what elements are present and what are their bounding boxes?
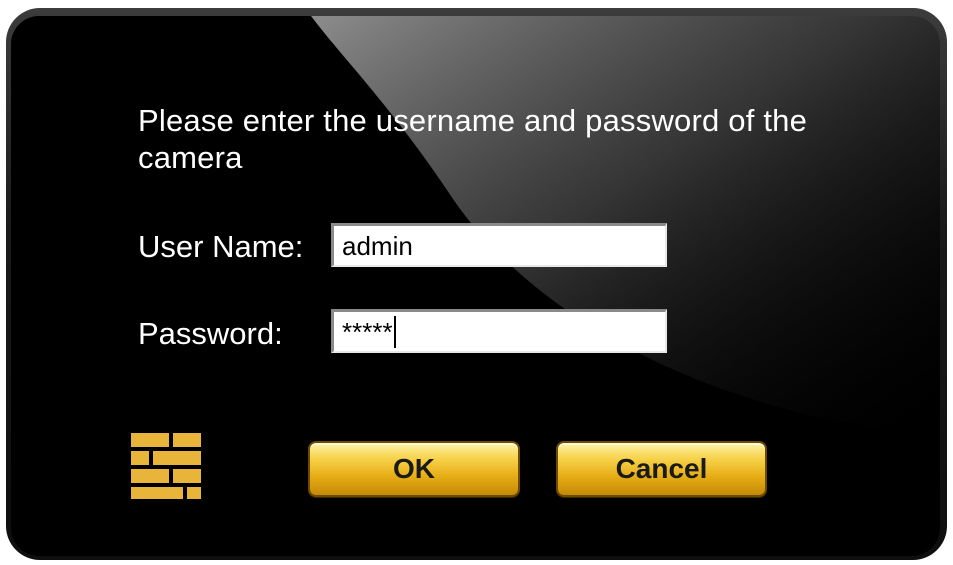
- username-value: admin: [342, 231, 413, 261]
- login-prompt: Please enter the username and password o…: [138, 103, 808, 175]
- login-dialog: Please enter the username and password o…: [11, 16, 940, 556]
- password-input[interactable]: *****: [331, 309, 667, 353]
- text-caret: [393, 316, 396, 348]
- ok-button[interactable]: OK: [308, 441, 520, 497]
- username-input[interactable]: admin: [331, 223, 667, 267]
- password-value: *****: [342, 317, 393, 347]
- password-label: Password:: [138, 316, 283, 351]
- cancel-button[interactable]: Cancel: [556, 441, 767, 497]
- brick-wall-icon: [131, 433, 201, 499]
- username-label: User Name:: [138, 229, 304, 264]
